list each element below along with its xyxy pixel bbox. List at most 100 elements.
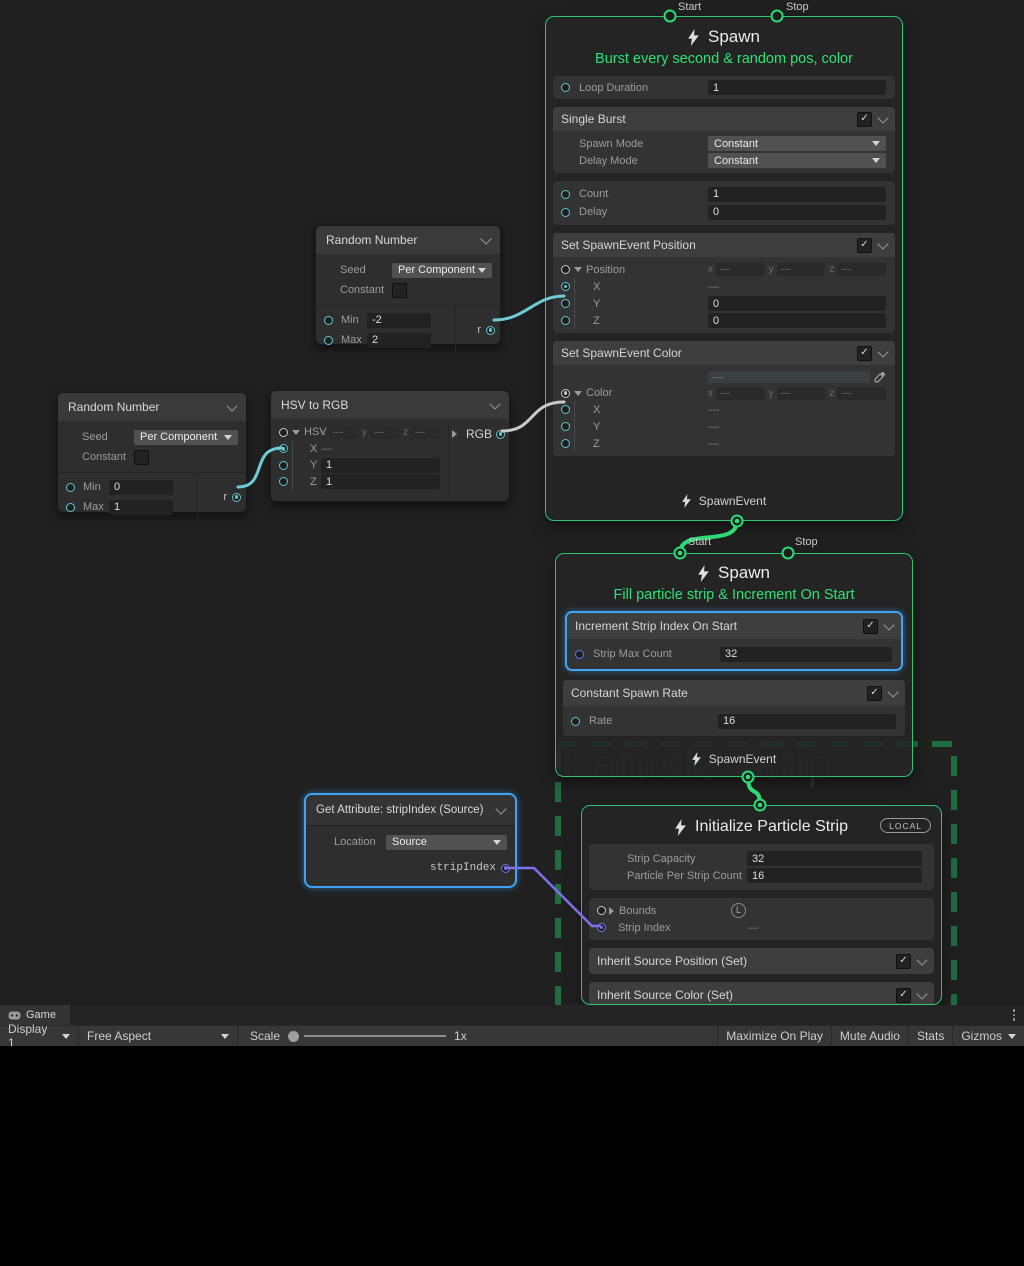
rate-block-header[interactable]: Constant Spawn Rate	[563, 680, 905, 706]
position-y-field[interactable]: 0	[708, 296, 886, 311]
rate-field[interactable]: 16	[718, 714, 896, 729]
location-dropdown[interactable]: Source	[386, 835, 507, 850]
game-view[interactable]	[0, 1046, 1024, 1266]
expander-down-icon[interactable]	[574, 391, 582, 396]
strip-max-count-input-port[interactable]	[575, 650, 584, 659]
collapse-chevron-icon[interactable]	[495, 803, 506, 814]
position-input-port[interactable]	[561, 265, 570, 274]
collapse-chevron-icon[interactable]	[916, 988, 927, 999]
rgb-output-port[interactable]	[496, 430, 505, 439]
color-z-ghost-field[interactable]: —	[837, 387, 886, 400]
single-burst-header[interactable]: Single Burst	[553, 107, 895, 131]
single-burst-enabled-checkbox[interactable]	[857, 112, 872, 127]
stripindex-output-port[interactable]	[501, 864, 510, 873]
loop-duration-field[interactable]: 1	[708, 80, 886, 95]
inherit-color-checkbox[interactable]	[896, 988, 911, 1003]
aspect-dropdown[interactable]: Free Aspect	[79, 1026, 238, 1046]
collapse-chevron-icon[interactable]	[489, 398, 500, 409]
node-header[interactable]: Random Number	[316, 226, 500, 254]
position-z-field[interactable]: 0	[708, 313, 886, 328]
increment-block-header[interactable]: Increment Strip Index On Start	[567, 613, 901, 639]
delay-input-port[interactable]	[561, 208, 570, 217]
set-position-enabled-checkbox[interactable]	[857, 238, 872, 253]
random-output-port[interactable]	[486, 326, 495, 335]
node-get-attribute-stripindex[interactable]: Get Attribute: stripIndex (Source) Locat…	[304, 793, 517, 888]
expander-down-icon[interactable]	[292, 430, 300, 435]
delay-field[interactable]: 0	[708, 205, 886, 220]
rate-input-port[interactable]	[571, 717, 580, 726]
position-y-input-port[interactable]	[561, 299, 570, 308]
bounds-input-port[interactable]	[597, 906, 606, 915]
tab-options-icon[interactable]	[1004, 1005, 1024, 1025]
color-y-ghost-field[interactable]: —	[777, 387, 826, 400]
position-x-input-port[interactable]	[561, 282, 570, 291]
expander-right-icon[interactable]	[452, 430, 457, 438]
particle-per-strip-field[interactable]: 16	[747, 868, 922, 883]
position-x-ghost-field[interactable]: —	[716, 263, 765, 276]
display-dropdown[interactable]: Display 1	[0, 1026, 79, 1046]
set-position-header[interactable]: Set SpawnEvent Position	[553, 233, 895, 257]
hsv-z-input-port[interactable]	[279, 477, 288, 486]
constant-checkbox[interactable]	[134, 450, 149, 465]
inherit-color-header[interactable]: Inherit Source Color (Set)	[589, 982, 934, 1005]
min-input-port[interactable]	[66, 483, 75, 492]
node-spawn-burst[interactable]: Spawn Burst every second & random pos, c…	[545, 16, 903, 521]
strip-index-input-port[interactable]	[597, 923, 606, 932]
node-random-number-1[interactable]: Random Number Seed Per Component Constan…	[315, 225, 501, 345]
node-spawn-strip[interactable]: Spawn Fill particle strip & Increment On…	[555, 553, 913, 777]
max-input-port[interactable]	[66, 503, 75, 512]
max-input-port[interactable]	[324, 336, 333, 345]
min-field[interactable]: 0	[109, 480, 173, 495]
eyedropper-icon[interactable]	[874, 371, 886, 383]
seed-dropdown[interactable]: Per Component	[134, 430, 238, 445]
gizmos-dropdown[interactable]: Gizmos	[952, 1026, 1024, 1046]
count-input-port[interactable]	[561, 190, 570, 199]
position-y-ghost-field[interactable]: —	[777, 263, 826, 276]
stats-button[interactable]: Stats	[908, 1026, 952, 1046]
rate-enabled-checkbox[interactable]	[867, 686, 882, 701]
node-random-number-2[interactable]: Random Number Seed Per Component Constan…	[57, 392, 247, 513]
color-y-input-port[interactable]	[561, 422, 570, 431]
count-field[interactable]: 1	[708, 187, 886, 202]
color-z-input-port[interactable]	[561, 439, 570, 448]
hsv-input-port[interactable]	[279, 428, 288, 437]
random-output-port[interactable]	[232, 493, 241, 502]
scale-slider-knob[interactable]	[288, 1031, 299, 1042]
hsv-z-ghost-field[interactable]: —	[411, 426, 440, 439]
collapse-chevron-icon[interactable]	[887, 686, 898, 697]
color-x-input-port[interactable]	[561, 405, 570, 414]
position-z-ghost-field[interactable]: —	[837, 263, 886, 276]
hsv-y-input-port[interactable]	[279, 461, 288, 470]
loop-duration-input-port[interactable]	[561, 83, 570, 92]
strip-capacity-field[interactable]: 32	[747, 851, 922, 866]
set-color-header[interactable]: Set SpawnEvent Color	[553, 341, 895, 365]
expander-right-icon[interactable]	[609, 907, 614, 915]
expander-down-icon[interactable]	[574, 267, 582, 272]
max-field[interactable]: 2	[367, 333, 431, 348]
collapse-chevron-icon[interactable]	[480, 233, 491, 244]
color-x-ghost-field[interactable]: —	[716, 387, 765, 400]
scale-slider-track[interactable]	[304, 1035, 446, 1037]
set-color-enabled-checkbox[interactable]	[857, 346, 872, 361]
collapse-chevron-icon[interactable]	[877, 238, 888, 249]
local-bounds-icon[interactable]: L	[731, 903, 746, 918]
hsv-x-ghost-field[interactable]: —	[329, 426, 358, 439]
min-field[interactable]: -2	[367, 313, 431, 328]
hsv-x-input-port[interactable]	[279, 444, 288, 453]
hsv-y-field[interactable]: 1	[321, 458, 440, 473]
collapse-chevron-icon[interactable]	[916, 954, 927, 965]
hsv-z-field[interactable]: 1	[321, 474, 440, 489]
delay-mode-dropdown[interactable]: Constant	[708, 153, 886, 168]
maximize-on-play-button[interactable]: Maximize On Play	[717, 1026, 831, 1046]
local-space-badge[interactable]: LOCAL	[880, 818, 931, 833]
collapse-chevron-icon[interactable]	[883, 619, 894, 630]
constant-checkbox[interactable]	[392, 283, 407, 298]
strip-max-count-field[interactable]: 32	[720, 647, 892, 662]
node-header[interactable]: Get Attribute: stripIndex (Source)	[306, 795, 515, 826]
max-field[interactable]: 1	[109, 500, 173, 515]
node-header[interactable]: HSV to RGB	[271, 391, 509, 419]
inherit-position-header[interactable]: Inherit Source Position (Set)	[589, 948, 934, 974]
collapse-chevron-icon[interactable]	[226, 400, 237, 411]
hsv-y-ghost-field[interactable]: —	[370, 426, 399, 439]
collapse-chevron-icon[interactable]	[877, 346, 888, 357]
